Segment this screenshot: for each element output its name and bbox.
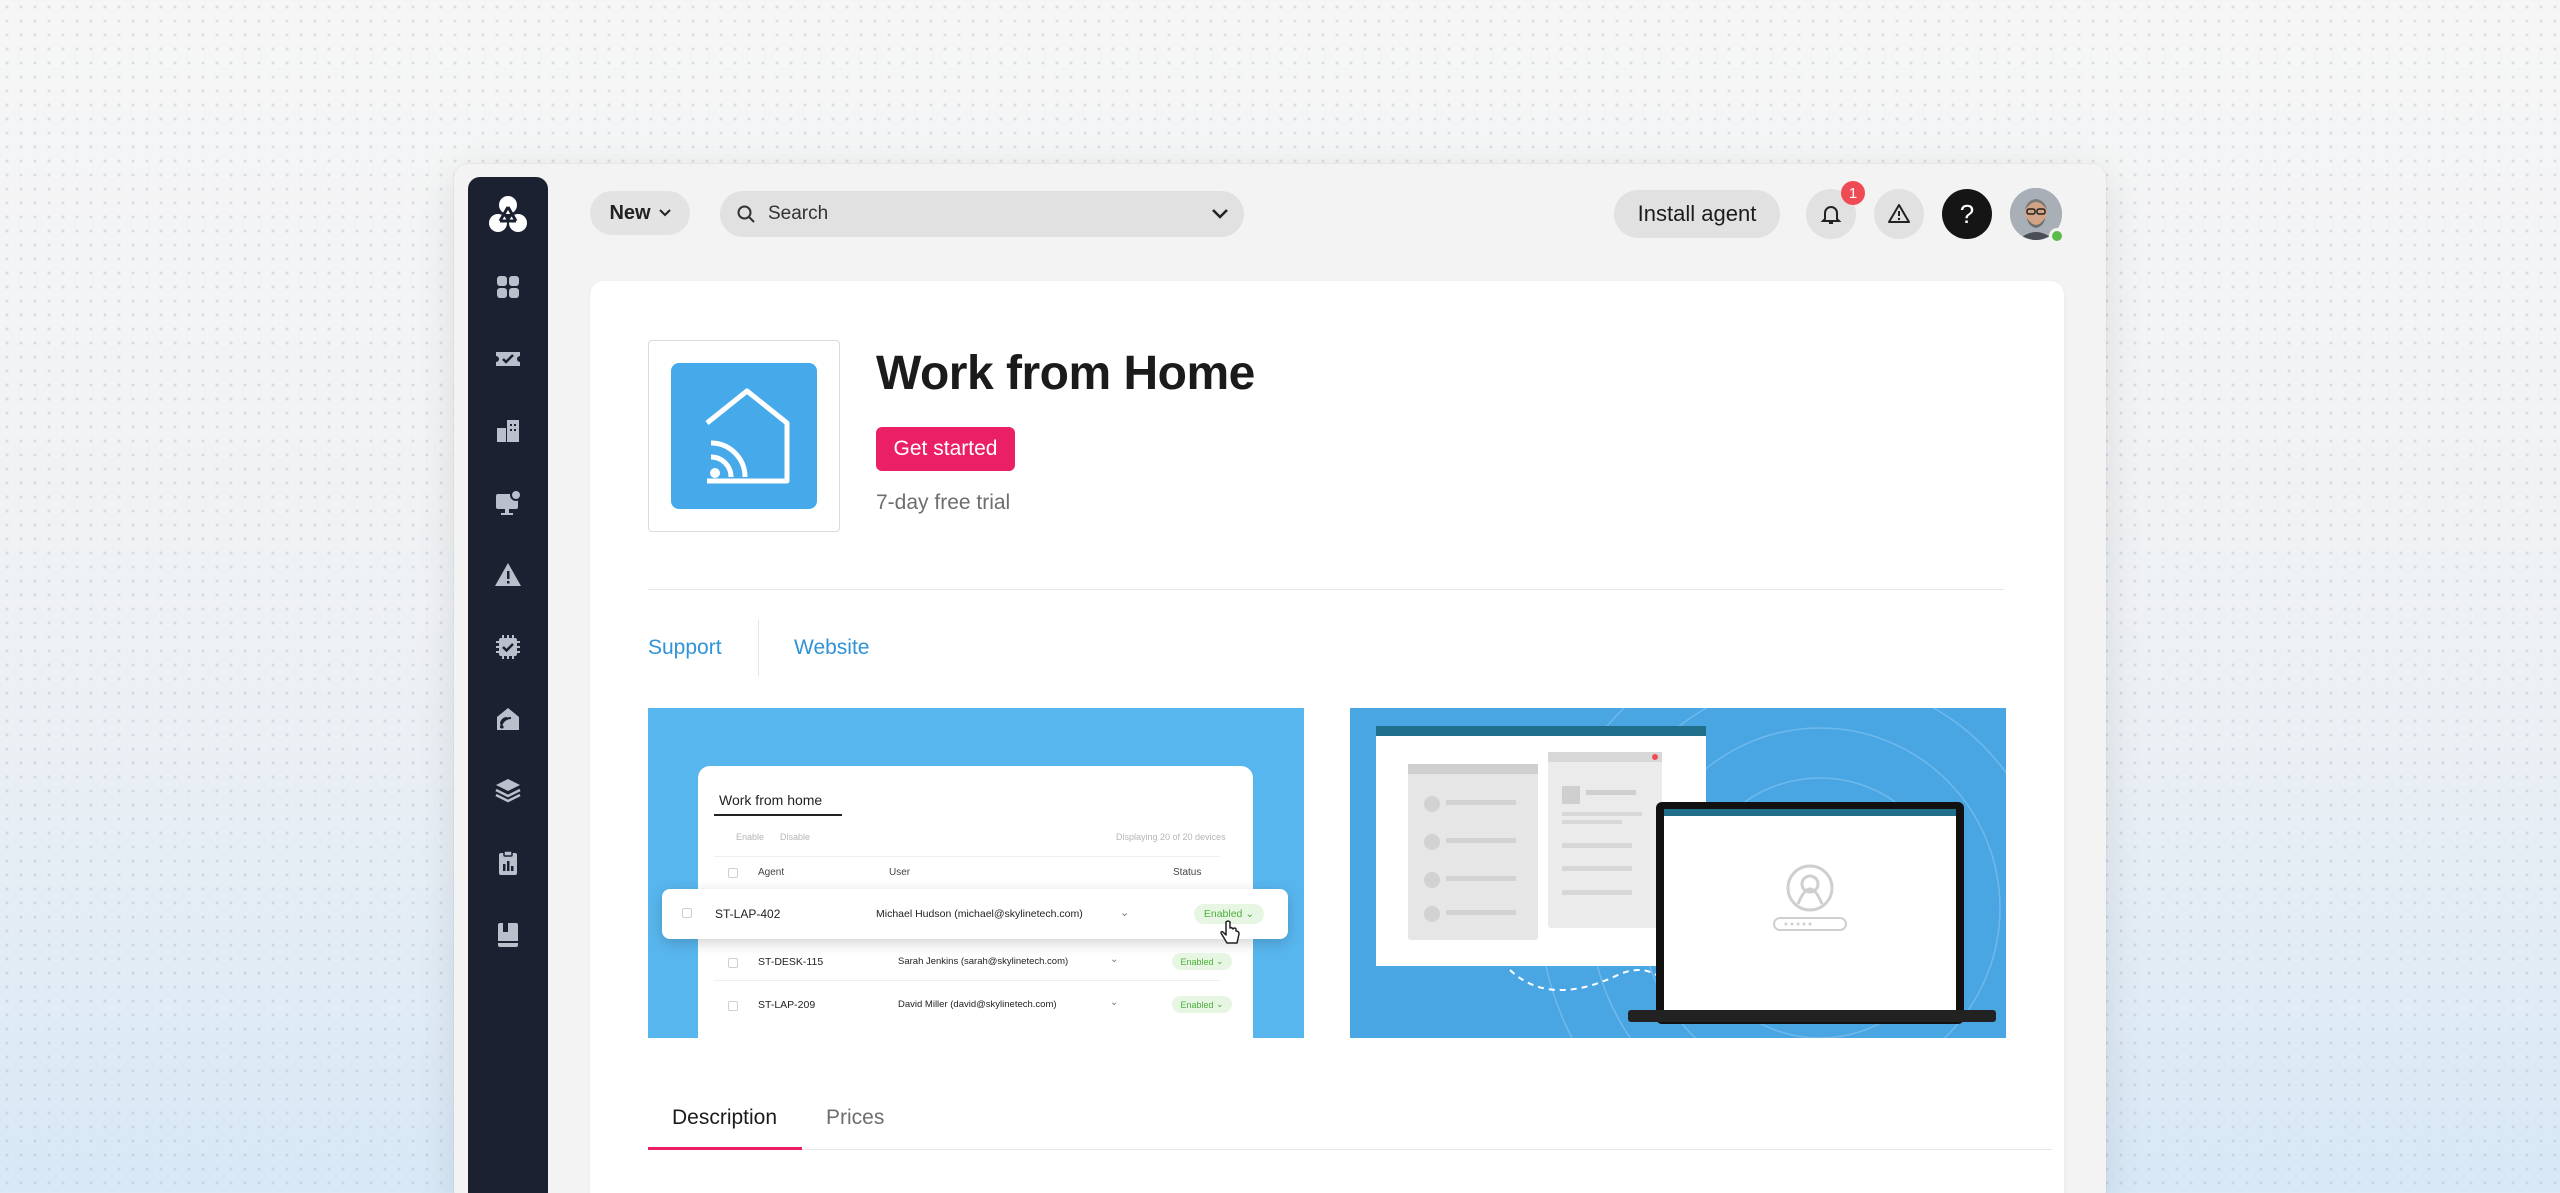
checkbox (728, 1001, 738, 1011)
user-cell: David Miller (david@skylinetech.com) (898, 999, 1057, 1010)
organizations-icon[interactable] (488, 411, 528, 451)
knowledge-base-icon[interactable] (488, 915, 528, 955)
help-icon: ? (1959, 198, 1975, 229)
active-tab-indicator (648, 1147, 802, 1150)
tickets-icon[interactable] (488, 339, 528, 379)
tab-prices[interactable]: Prices (826, 1106, 884, 1130)
integrations-icon[interactable] (488, 771, 528, 811)
remote-login-illustration (1376, 708, 2006, 1038)
patch-management-icon[interactable] (488, 627, 528, 667)
alerts-icon[interactable] (488, 555, 528, 595)
search-icon (737, 205, 755, 223)
trial-text: 7-day free trial (876, 491, 1011, 514)
work-from-home-icon[interactable] (488, 699, 528, 739)
support-link[interactable]: Support (648, 636, 722, 660)
screenshot-tab-underline (714, 814, 842, 816)
sidebar (468, 177, 548, 1193)
page-title: Work from Home (876, 347, 1255, 400)
agent-cell: ST-LAP-402 (715, 907, 781, 921)
app-screenshot-1[interactable]: Work from home Enable Disable Displaying… (648, 708, 1304, 1038)
displaying-count: Displaying 20 of 20 devices (1116, 832, 1226, 842)
status-badge: Enabled ⌄ (1172, 953, 1232, 970)
reports-icon[interactable] (488, 843, 528, 883)
help-button[interactable]: ? (1942, 189, 1992, 239)
disable-action: Disable (780, 832, 811, 842)
agent-cell: ST-LAP-209 (758, 999, 816, 1011)
new-button-label: New (609, 201, 651, 224)
divider (758, 620, 759, 676)
checkbox (728, 868, 738, 878)
checkbox (682, 908, 692, 918)
logo-icon[interactable] (486, 193, 530, 237)
app-screenshot-2[interactable] (1350, 708, 2006, 1038)
status-label: Enabled (1180, 999, 1214, 1010)
agent-cell: ST-DESK-115 (758, 956, 824, 968)
chevron-down-icon (658, 209, 671, 217)
install-agent-button[interactable]: Install agent (1614, 190, 1780, 238)
column-header-status: Status (1173, 867, 1202, 878)
user-cell: Michael Hudson (michael@skylinetech.com) (876, 908, 1083, 920)
devices-icon[interactable] (488, 483, 528, 523)
new-button[interactable]: New (590, 191, 690, 235)
column-header-user: User (889, 867, 911, 878)
app-icon-frame (648, 340, 840, 532)
warning-icon (1888, 204, 1910, 223)
status-badge: Enabled ⌄ (1172, 996, 1232, 1013)
search-placeholder: Search (768, 203, 829, 224)
tabs-divider (648, 1149, 2052, 1150)
hand-cursor-icon (1220, 920, 1240, 944)
online-status-indicator (2049, 228, 2065, 244)
chevron-down-icon: ⌄ (1110, 954, 1119, 965)
install-agent-label: Install agent (1637, 201, 1757, 226)
user-cell: Sarah Jenkins (sarah@skylinetech.com) (898, 956, 1069, 967)
search-input[interactable]: Search (720, 191, 1244, 237)
dashboard-icon[interactable] (488, 267, 528, 307)
website-link[interactable]: Website (794, 636, 869, 660)
screenshot-title: Work from home (719, 792, 823, 808)
alerts-button[interactable] (1874, 189, 1924, 239)
column-header-agent: Agent (758, 867, 785, 878)
status-label: Enabled (1180, 956, 1214, 967)
status-label: Enabled (1203, 908, 1243, 920)
bell-icon (1820, 206, 1842, 224)
divider (648, 589, 2004, 590)
chevron-down-icon[interactable] (1212, 209, 1228, 219)
row-divider (714, 980, 1220, 981)
chevron-down-icon: ⌄ (1110, 997, 1119, 1008)
row-divider (714, 856, 1220, 857)
notification-badge: 1 (1841, 181, 1865, 205)
chevron-down-icon: ⌄ (1120, 907, 1130, 919)
get-started-button[interactable]: Get started (876, 427, 1015, 471)
tab-description[interactable]: Description (672, 1106, 777, 1130)
home-broadcast-icon (671, 363, 817, 509)
enable-action: Enable (736, 832, 765, 842)
checkbox (728, 958, 738, 968)
